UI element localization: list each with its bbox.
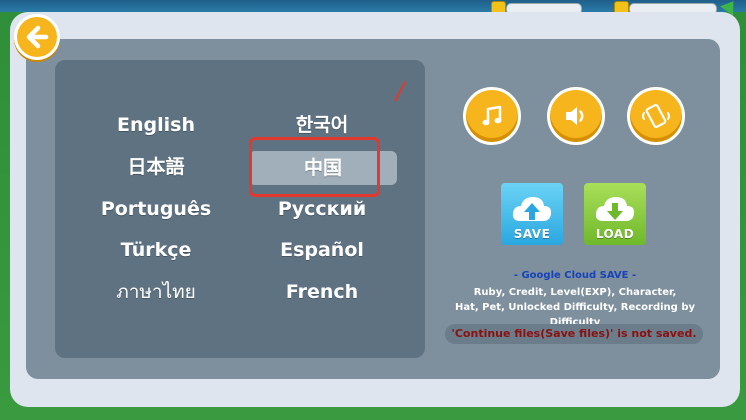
language-french[interactable]: French — [247, 277, 397, 307]
speaker-icon — [566, 107, 584, 125]
language-turkish[interactable]: Türkçe — [81, 235, 231, 265]
load-label: LOAD — [595, 227, 635, 241]
language-portuguese[interactable]: Português — [81, 194, 231, 224]
language-spanish[interactable]: Español — [247, 235, 397, 265]
back-arrow-icon — [26, 25, 49, 49]
save-button[interactable]: SAVE — [501, 183, 563, 245]
cloud-upload-icon — [512, 197, 552, 221]
cloud-download-icon — [595, 197, 635, 221]
save-status-notice: 'Continue files(Save files)' is not save… — [445, 324, 703, 344]
music-note-icon — [482, 105, 502, 126]
description-line: Ruby, Credit, Level(EXP), Character, — [473, 287, 677, 298]
language-english[interactable]: English — [81, 110, 231, 140]
google-cloud-title: - Google Cloud SAVE - — [513, 270, 637, 281]
music-toggle-button[interactable] — [463, 87, 521, 145]
vibrate-phone-icon — [642, 103, 670, 129]
language-russian[interactable]: Русский — [247, 194, 397, 224]
language-japanese[interactable]: 日本語 — [81, 152, 231, 182]
load-button[interactable]: LOAD — [584, 183, 646, 245]
sound-toggle-button[interactable] — [547, 87, 605, 145]
selection-highlight-box — [249, 137, 380, 197]
language-thai[interactable]: ภาษาไทย — [81, 277, 231, 307]
language-korean[interactable]: 한국어 — [247, 110, 397, 140]
save-label: SAVE — [513, 227, 551, 241]
vibration-toggle-button[interactable] — [627, 87, 685, 145]
back-button[interactable] — [14, 14, 60, 60]
